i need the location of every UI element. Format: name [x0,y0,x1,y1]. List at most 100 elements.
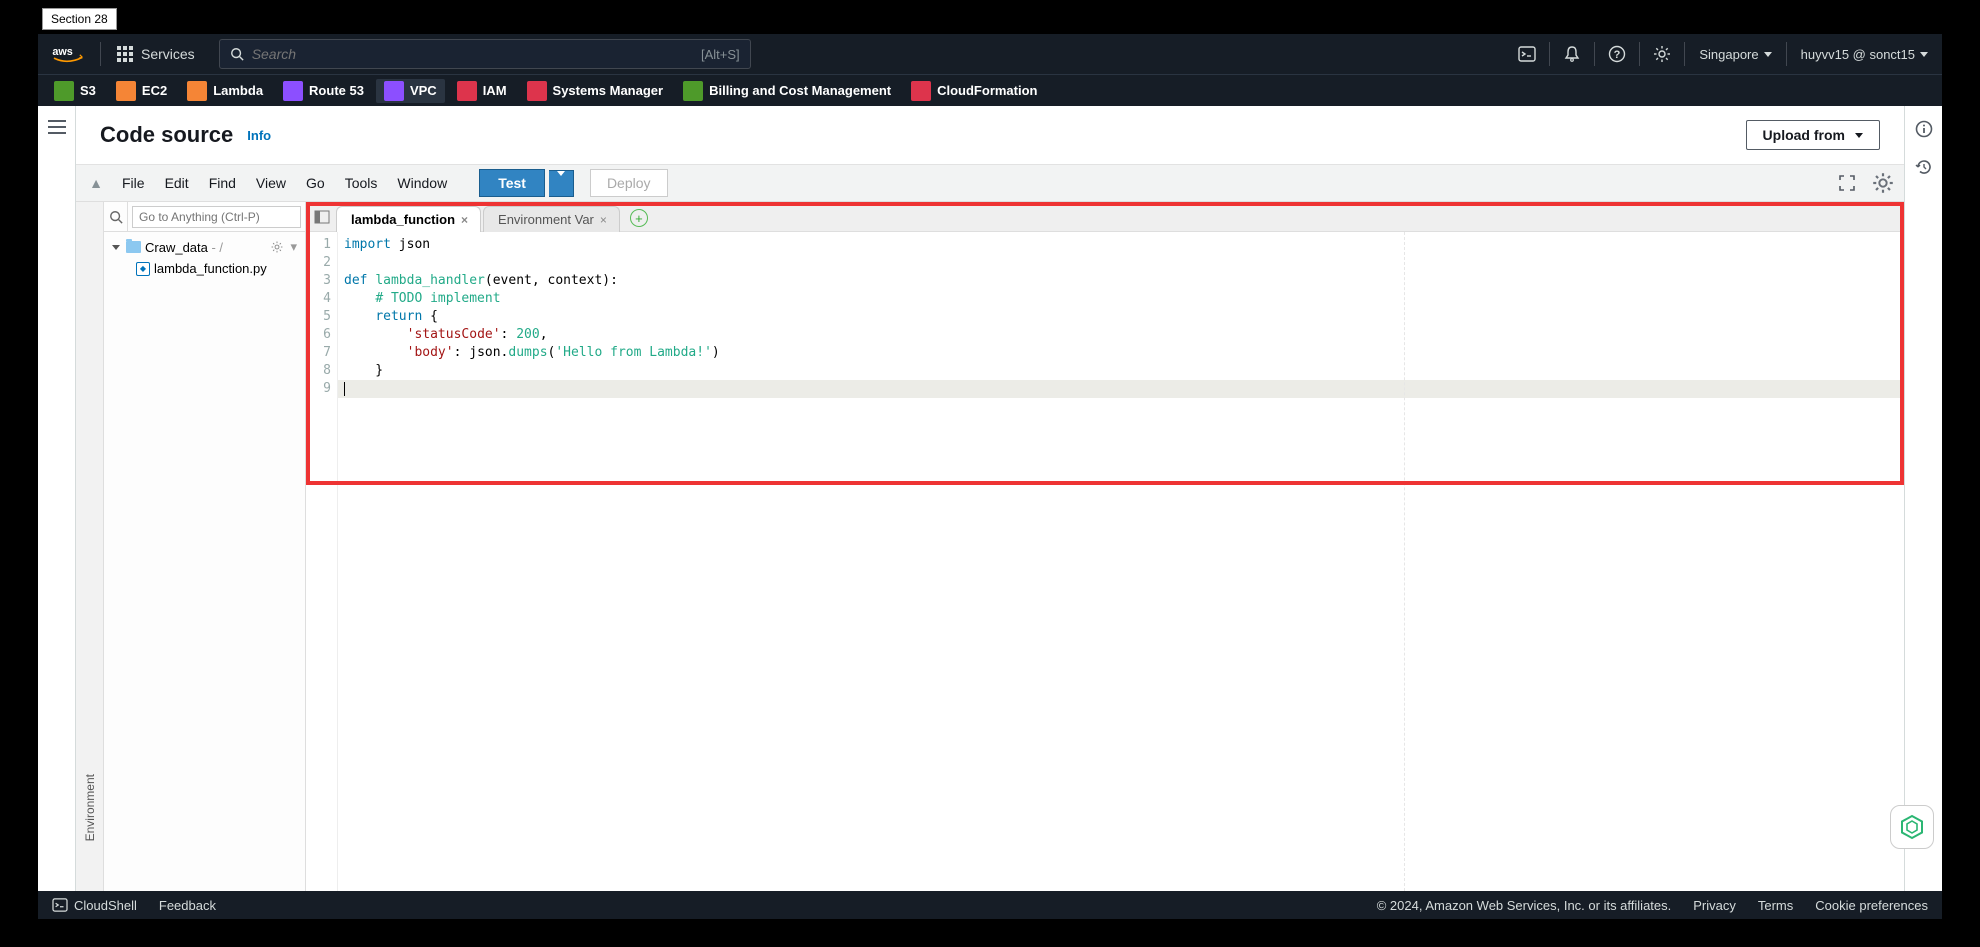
cloudshell-link[interactable]: CloudShell [52,898,137,913]
svg-text:aws: aws [52,46,72,58]
menu-edit[interactable]: Edit [155,171,199,195]
service-icon [384,81,404,101]
upload-from-button[interactable]: Upload from [1746,120,1880,150]
service-label: Lambda [213,83,263,98]
folder-row[interactable]: Craw_data - / ▾ [108,236,301,258]
right-side-rail [1904,106,1942,891]
service-label: Billing and Cost Management [709,83,891,98]
main-area: Code source Info Upload from ▲ FileEditF… [76,106,1904,891]
service-route-53[interactable]: Route 53 [275,79,372,103]
service-label: IAM [483,83,507,98]
chevron-down-icon [1764,52,1772,57]
folder-label: Craw_data - / [145,240,223,255]
aws-logo[interactable]: aws [38,34,100,74]
settings-icon[interactable] [1640,34,1684,74]
chevron-down-icon [112,245,120,250]
search-hint: [Alt+S] [701,47,740,62]
global-search[interactable]: [Alt+S] [219,39,751,69]
service-favorites-bar: S3 EC2 Lambda Route 53 VPC IAM Systems Manager… [38,74,1942,106]
service-label: CloudFormation [937,83,1037,98]
service-iam[interactable]: IAM [449,79,515,103]
service-vpc[interactable]: VPC [376,79,445,103]
editor-tabs: lambda_function × Environment Var × + [306,202,1904,232]
service-lambda[interactable]: Lambda [179,79,271,103]
close-icon[interactable]: × [600,213,607,227]
gear-icon[interactable] [270,240,284,254]
amazon-q-button[interactable] [1890,805,1934,849]
menu-toggle-icon[interactable] [48,120,66,134]
env-side-tab[interactable]: Environment [76,202,104,891]
menu-go[interactable]: Go [296,171,335,195]
service-label: S3 [80,83,96,98]
menu-view[interactable]: View [246,171,296,195]
section-tag: Section 28 [42,8,117,30]
service-icon [911,81,931,101]
cloudshell-icon[interactable] [1505,34,1549,74]
test-button[interactable]: Test [479,169,545,197]
goto-anything-input[interactable] [132,206,301,228]
info-link[interactable]: Info [247,128,271,143]
tab-label: lambda_function [351,212,455,227]
panel-toggle-icon[interactable] [310,205,334,229]
service-ec2[interactable]: EC2 [108,79,175,103]
service-label: Systems Manager [553,83,664,98]
chevron-down-icon [1920,52,1928,57]
editor-tab[interactable]: lambda_function × [336,206,481,232]
search-input[interactable] [252,46,740,62]
menu-window[interactable]: Window [387,171,457,195]
service-icon [116,81,136,101]
service-icon [187,81,207,101]
chevron-down-icon [1855,133,1863,138]
service-label: VPC [410,83,437,98]
info-panel-icon[interactable] [1915,120,1933,138]
add-tab-icon[interactable]: + [630,209,648,227]
privacy-link[interactable]: Privacy [1693,898,1736,913]
service-icon [457,81,477,101]
service-cloudformation[interactable]: CloudFormation [903,79,1045,103]
services-menu[interactable]: Services [101,34,211,74]
collapse-arrow-icon[interactable]: ▲ [84,175,108,191]
grid-icon [117,46,133,62]
file-tree: Craw_data - / ▾ ◆ lambda_function.py [104,232,305,283]
code-editor[interactable]: 123456789 import jsondef lambda_handler(… [306,232,1904,891]
menu-tools[interactable]: Tools [335,171,388,195]
file-row[interactable]: ◆ lambda_function.py [108,258,301,279]
menu-find[interactable]: Find [199,171,246,195]
page-header: Code source Info Upload from [76,106,1904,164]
editor-pane: lambda_function × Environment Var × + 12345… [306,202,1904,891]
ide-settings-icon[interactable] [1870,170,1896,196]
feedback-link[interactable]: Feedback [159,898,216,913]
service-billing-and-cost-management[interactable]: Billing and Cost Management [675,79,899,103]
region-selector[interactable]: Singapore [1685,34,1785,74]
history-panel-icon[interactable] [1915,158,1933,176]
service-s3[interactable]: S3 [46,79,104,103]
file-icon: ◆ [136,262,150,276]
folder-icon [126,241,141,253]
notifications-icon[interactable] [1550,34,1594,74]
test-dropdown[interactable] [549,170,574,197]
tab-label: Environment Var [498,212,594,227]
left-side-rail [38,106,76,891]
help-icon[interactable]: ? [1595,34,1639,74]
service-label: Route 53 [309,83,364,98]
bottom-bar: CloudShell Feedback © 2024, Amazon Web S… [38,891,1942,919]
line-gutter: 123456789 [306,232,338,891]
deploy-button: Deploy [590,169,668,197]
account-menu[interactable]: huyvv15 @ sonct15 [1787,34,1942,74]
service-systems-manager[interactable]: Systems Manager [519,79,672,103]
cookie-prefs-link[interactable]: Cookie preferences [1815,898,1928,913]
service-label: EC2 [142,83,167,98]
fullscreen-icon[interactable] [1834,170,1860,196]
service-icon [683,81,703,101]
svg-text:?: ? [1614,49,1621,61]
code-lines[interactable]: import jsondef lambda_handler(event, con… [338,232,1904,891]
chevron-down-icon [557,171,565,191]
service-icon [527,81,547,101]
menu-file[interactable]: File [112,171,155,195]
file-search-icon[interactable] [104,202,128,231]
editor-tab[interactable]: Environment Var × [483,206,620,232]
terms-link[interactable]: Terms [1758,898,1793,913]
ide-toolbar: ▲ FileEditFindViewGoToolsWindow Test Dep… [76,164,1904,202]
top-nav: aws Services [Alt+S] ? [38,34,1942,74]
close-icon[interactable]: × [461,213,468,227]
